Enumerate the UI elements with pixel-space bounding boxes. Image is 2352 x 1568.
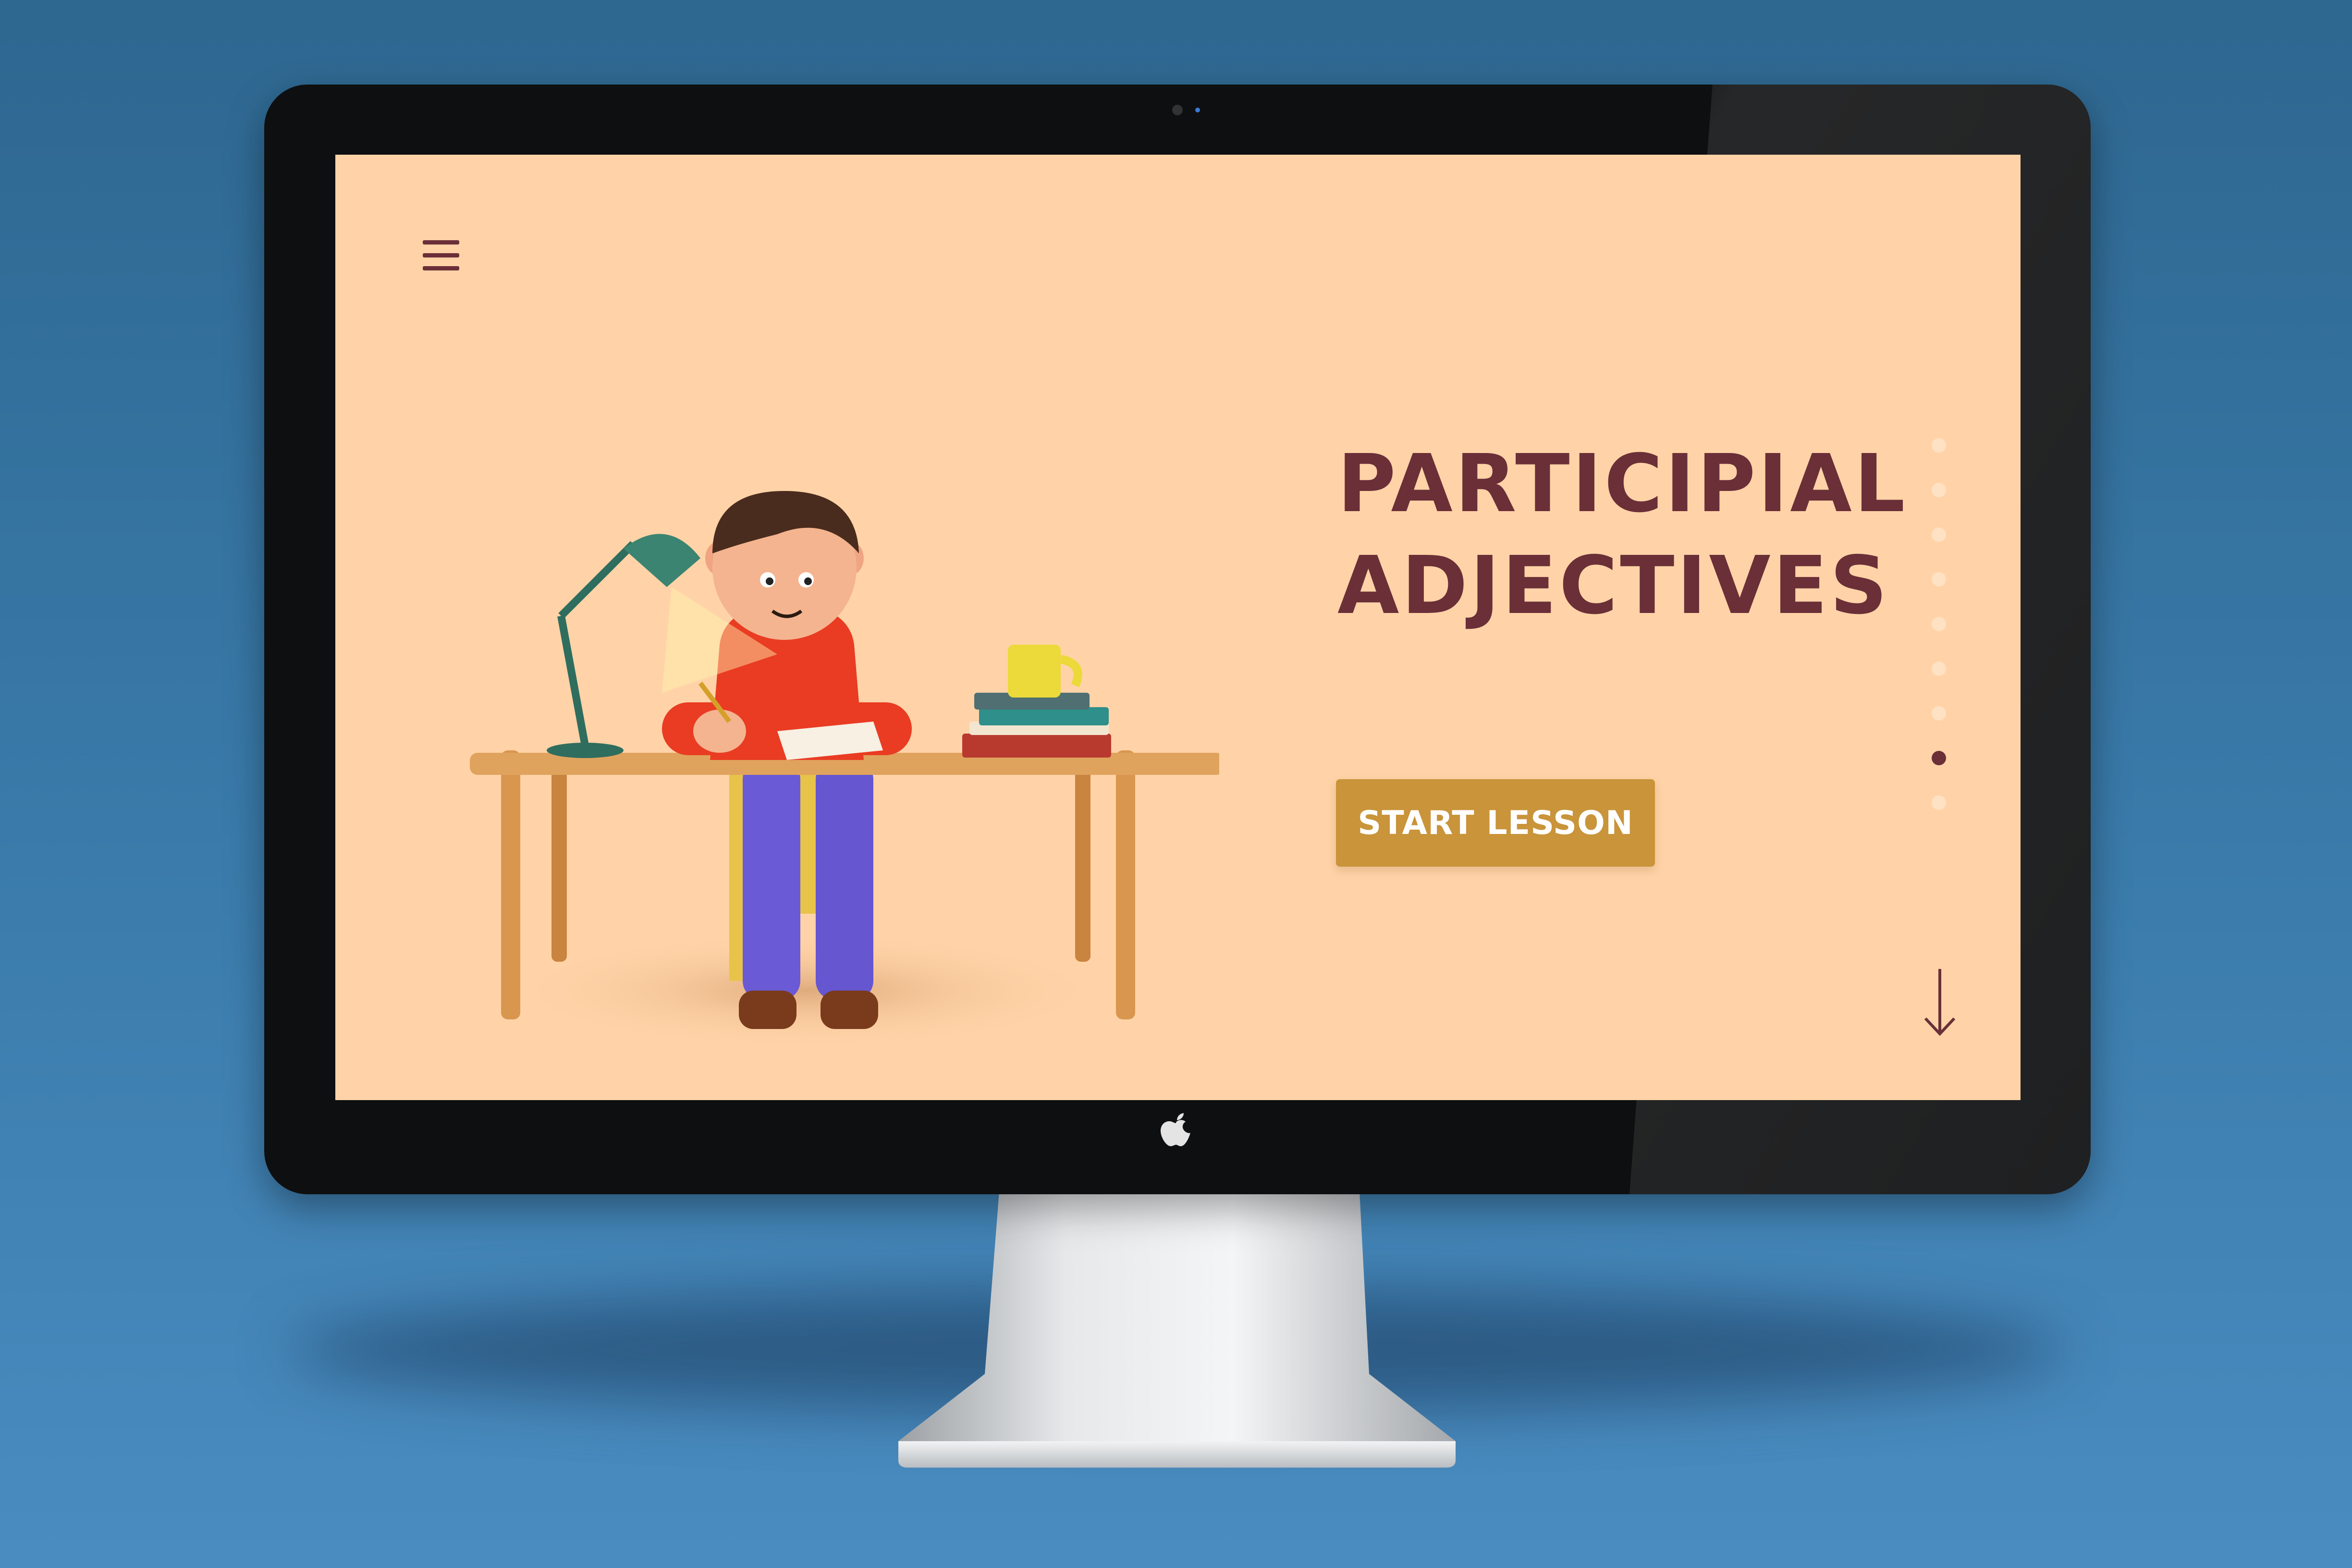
student-at-desk-illustration	[470, 491, 1219, 1048]
pagination-dots	[1929, 438, 1948, 810]
monitor-stand	[898, 1191, 1456, 1468]
title-line-2: ADJECTIVES	[1337, 539, 1890, 632]
pagination-dot[interactable]	[1932, 617, 1946, 631]
lesson-screen: PARTICIPIAL ADJECTIVES START LESSON	[335, 155, 2021, 1100]
pagination-dot[interactable]	[1932, 662, 1946, 676]
pagination-dot[interactable]	[1932, 527, 1946, 542]
pagination-dot[interactable]	[1932, 796, 1946, 810]
apple-logo-icon	[1161, 1113, 1190, 1146]
pagination-dot[interactable]	[1932, 706, 1946, 721]
camera-light	[1195, 108, 1200, 112]
start-lesson-button[interactable]: START LESSON	[1336, 779, 1655, 867]
pagination-dot-active[interactable]	[1932, 751, 1946, 765]
pagination-dot[interactable]	[1932, 483, 1946, 497]
pagination-dot[interactable]	[1932, 572, 1946, 587]
arrow-down-icon[interactable]	[1921, 967, 1959, 1039]
lesson-title: PARTICIPIAL ADJECTIVES	[1337, 433, 1905, 637]
pagination-dot[interactable]	[1932, 438, 1946, 453]
camera-icon	[1172, 105, 1183, 115]
hamburger-menu-icon[interactable]	[423, 240, 459, 271]
title-line-1: PARTICIPIAL	[1337, 438, 1908, 530]
